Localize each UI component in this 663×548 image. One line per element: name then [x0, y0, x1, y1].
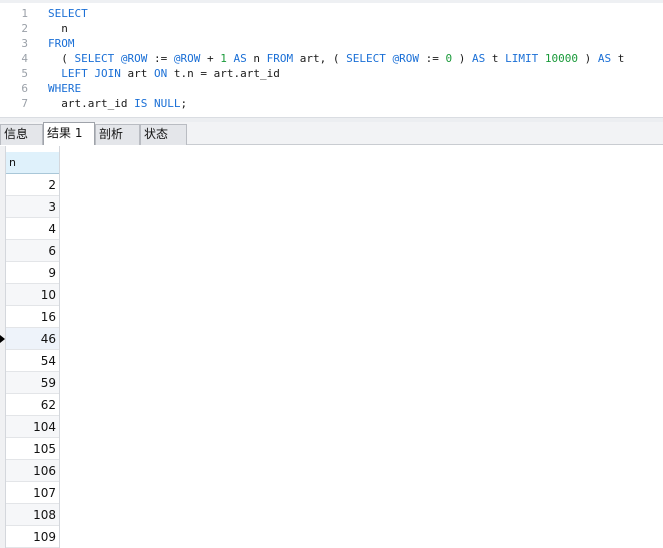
tab-status[interactable]: 状态 [140, 124, 187, 145]
table-cell[interactable]: 108 [6, 504, 59, 526]
line-number: 5 [21, 67, 28, 80]
line-number: 2 [21, 22, 28, 35]
code-token: := [418, 52, 446, 65]
code-token: FROM [48, 37, 75, 50]
code-token: 1 [220, 52, 227, 65]
current-row-arrow-icon [0, 335, 5, 343]
code-token: n [246, 52, 267, 65]
code-token: @ROW [173, 52, 201, 65]
table-cell[interactable]: 46 [6, 328, 59, 350]
code-token: AS [471, 52, 486, 65]
table-cell[interactable]: 9 [6, 262, 59, 284]
code-token: 10000 [544, 52, 578, 65]
code-token: IS [134, 97, 148, 110]
code-token: @ROW [392, 52, 419, 65]
code-token: FROM [266, 52, 294, 65]
code-token: ON [153, 67, 168, 80]
code-line[interactable]: 1 SELECT [0, 6, 88, 21]
code-token: ( [48, 52, 75, 65]
sql-editor[interactable]: 1 SELECT 2 n 3 FROM 4 ( SELECT @ROW := @ROW +… [0, 0, 663, 117]
code-token: n [48, 22, 68, 35]
code-line[interactable]: 4 ( SELECT @ROW := @ROW + 1 AS n FROM ar… [0, 51, 624, 66]
code-token: t [485, 52, 506, 65]
column-header-n[interactable]: n [6, 152, 59, 174]
code-line[interactable]: 7 art.art_id IS NULL; [0, 96, 187, 111]
tab-result-1[interactable]: 结果 1 [43, 122, 95, 145]
table-cell[interactable]: 54 [6, 350, 59, 372]
table-cell[interactable]: 62 [6, 394, 59, 416]
code-line[interactable]: 5 LEFT JOIN art ON t.n = art.art_id [0, 66, 280, 81]
code-token: SELECT [48, 7, 88, 20]
line-number: 7 [21, 97, 28, 110]
table-cell[interactable]: 104 [6, 416, 59, 438]
code-token: art.art_id [48, 97, 135, 110]
result-tab-bar: 信息 结果 1 剖析 状态 [0, 122, 663, 145]
table-cell[interactable]: 2 [6, 174, 59, 196]
table-cell[interactable]: 6 [6, 240, 59, 262]
code-token: @ROW [120, 52, 148, 65]
code-token: WHERE [48, 82, 82, 95]
code-token: ) [577, 52, 598, 65]
code-token: SELECT [346, 52, 386, 65]
table-cell[interactable]: 4 [6, 218, 59, 240]
tab-info[interactable]: 信息 [0, 124, 43, 145]
code-token: t.n = art.art_id [167, 67, 280, 80]
code-token: ; [180, 97, 188, 110]
code-token: AS [597, 52, 612, 65]
code-token: NULL [153, 97, 181, 110]
table-cell[interactable]: 59 [6, 372, 59, 394]
table-cell[interactable]: 106 [6, 460, 59, 482]
result-grid[interactable]: n 2 3 4 6 9 10 16 46 54 59 62 104 105 106 107 108 109 [0, 146, 60, 548]
line-number: 6 [21, 82, 28, 95]
code-token: := [147, 52, 174, 65]
code-token: art [120, 67, 154, 80]
code-line[interactable]: 2 n [0, 21, 68, 36]
table-cell[interactable]: 10 [6, 284, 59, 306]
table-cell[interactable]: 109 [6, 526, 59, 548]
tab-profile[interactable]: 剖析 [95, 124, 140, 145]
code-token: SELECT [74, 52, 115, 65]
code-token: LIMIT [505, 52, 539, 65]
code-token: art, ( [293, 52, 347, 65]
table-cell[interactable]: 107 [6, 482, 59, 504]
line-number: 4 [21, 52, 28, 65]
table-cell[interactable]: 3 [6, 196, 59, 218]
table-cell[interactable]: 16 [6, 306, 59, 328]
code-line[interactable]: 3 FROM [0, 36, 75, 51]
code-line[interactable]: 6 WHERE [0, 81, 81, 96]
line-number: 3 [21, 37, 28, 50]
line-number: 1 [21, 7, 28, 20]
code-token: + [200, 52, 221, 65]
table-cell[interactable]: 105 [6, 438, 59, 460]
code-token: AS [233, 52, 247, 65]
code-token: LEFT JOIN [61, 67, 121, 80]
code-token: ) [452, 52, 472, 65]
code-token: t [611, 52, 625, 65]
